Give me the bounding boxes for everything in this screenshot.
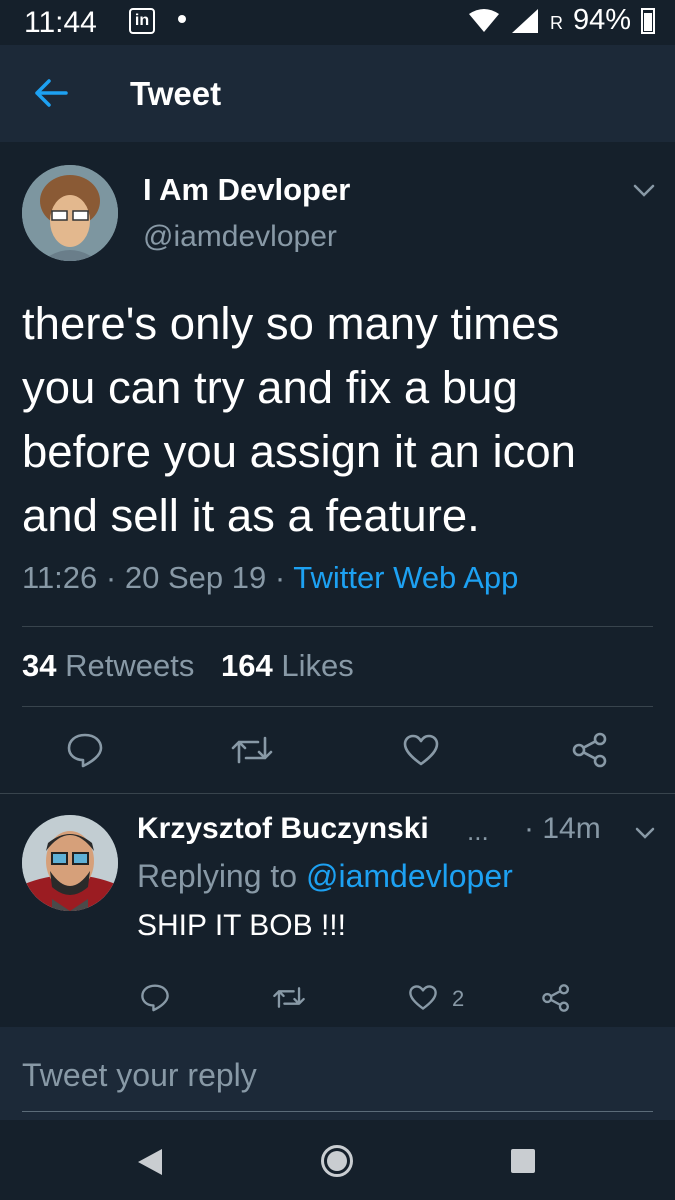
reply-like-count: 2 bbox=[452, 986, 465, 1011]
meta-separator: · bbox=[105, 560, 125, 595]
page-title: Tweet bbox=[130, 75, 222, 112]
retweets-stat[interactable]: 34 Retweets bbox=[22, 648, 194, 683]
likes-count: 164 bbox=[220, 648, 273, 683]
battery-icon bbox=[641, 7, 655, 34]
reply-author-name[interactable]: Krzysztof Buczynski bbox=[137, 812, 429, 846]
input-underline bbox=[22, 1111, 653, 1112]
tweet-line: and sell it as a feature. bbox=[22, 490, 480, 541]
likes-stat[interactable]: 164 Likes bbox=[221, 648, 354, 683]
nav-back-icon[interactable] bbox=[136, 1147, 164, 1177]
status-bar: 11:44 in R 94% bbox=[0, 0, 675, 45]
chevron-down-icon[interactable] bbox=[634, 826, 656, 841]
status-time: 11:44 bbox=[24, 6, 97, 39]
tweet-time: 11:26 bbox=[22, 560, 98, 595]
app-bar: Tweet bbox=[0, 45, 675, 142]
likes-label: Likes bbox=[281, 648, 354, 683]
reply-icon[interactable] bbox=[66, 732, 104, 768]
reply-reply-icon[interactable] bbox=[140, 983, 170, 1012]
system-nav-bar bbox=[0, 1120, 675, 1200]
reply-retweet-icon[interactable] bbox=[272, 985, 306, 1010]
avatar-image bbox=[22, 165, 118, 261]
author-handle[interactable]: @iamdevloper bbox=[143, 220, 337, 254]
tweet-text: there's only so many times you can try a… bbox=[22, 292, 662, 548]
replying-prefix: Replying to bbox=[137, 858, 298, 894]
reply-avatar-image bbox=[22, 815, 118, 911]
status-right: R 94% bbox=[468, 4, 655, 37]
retweet-icon[interactable] bbox=[230, 734, 274, 766]
signal-icon bbox=[511, 8, 538, 33]
share-icon[interactable] bbox=[571, 731, 609, 769]
tweet-stats: 34 Retweets 164 Likes bbox=[22, 648, 354, 684]
tweet-date: 20 Sep 19 bbox=[124, 560, 267, 595]
replying-to-handle[interactable]: @iamdevloper bbox=[306, 858, 513, 894]
author-name[interactable]: I Am Devloper bbox=[143, 172, 350, 208]
reply-text: SHIP IT BOB !!! bbox=[137, 909, 346, 942]
tweet-line: there's only so many times bbox=[22, 298, 560, 349]
author-avatar[interactable] bbox=[22, 165, 118, 261]
replying-to: Replying to @iamdevloper bbox=[137, 858, 513, 895]
retweets-count: 34 bbox=[22, 648, 57, 683]
chevron-down-icon[interactable] bbox=[632, 183, 656, 199]
battery-percent: 94% bbox=[572, 4, 631, 36]
divider bbox=[22, 626, 653, 627]
linkedin-icon: in bbox=[129, 8, 155, 34]
divider bbox=[0, 793, 675, 794]
reply-name-ellipsis: ... bbox=[467, 816, 489, 846]
divider bbox=[22, 706, 653, 707]
roaming-indicator: R bbox=[549, 13, 563, 33]
nav-recents-icon[interactable] bbox=[510, 1148, 536, 1174]
nav-home-icon[interactable] bbox=[320, 1144, 354, 1178]
reply-composer[interactable]: Tweet your reply bbox=[0, 1027, 675, 1120]
retweets-label: Retweets bbox=[65, 648, 195, 683]
notification-dot-icon bbox=[178, 15, 186, 23]
reply-avatar[interactable] bbox=[22, 815, 118, 911]
meta-separator: · bbox=[274, 560, 294, 595]
wifi-icon bbox=[468, 8, 499, 32]
like-icon[interactable] bbox=[402, 733, 440, 767]
tweet-source-link[interactable]: Twitter Web App bbox=[293, 560, 518, 595]
tweet-line: before you assign it an icon bbox=[22, 426, 576, 477]
tweet-line: you can try and fix a bug bbox=[22, 362, 518, 413]
arrow-left-icon[interactable] bbox=[33, 77, 69, 109]
reply-share-icon[interactable] bbox=[541, 983, 571, 1013]
reply-input-placeholder[interactable]: Tweet your reply bbox=[22, 1057, 257, 1094]
tweet-meta: 11:26 · 20 Sep 19 · Twitter Web App bbox=[22, 560, 518, 596]
reply-time: · 14m bbox=[524, 812, 601, 845]
reply-like-icon[interactable] bbox=[408, 984, 438, 1011]
